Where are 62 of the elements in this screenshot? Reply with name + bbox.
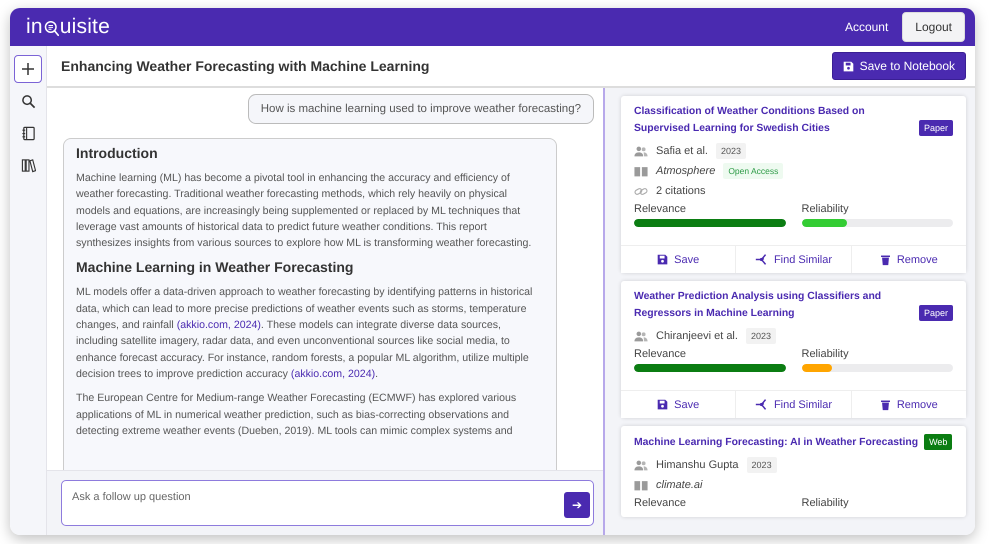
metric-label: Reliability	[802, 497, 850, 509]
journal-text: Atmosphere	[656, 165, 716, 177]
citation-link[interactable]: (akkio.com, 2024)	[290, 368, 376, 380]
journal-text: climate.ai	[656, 479, 702, 491]
save-icon	[842, 60, 854, 72]
people-icon	[634, 330, 648, 342]
notebook-icon	[20, 126, 36, 140]
save-to-notebook-button[interactable]: Save to Notebook	[832, 52, 966, 80]
save-button[interactable]: Save	[621, 246, 736, 273]
follow-up-field[interactable]: Ask a follow up question ➔	[61, 480, 594, 526]
type-tag: Paper	[918, 120, 953, 136]
logout-button[interactable]: Logout	[902, 12, 965, 42]
year-badge: 2023	[716, 143, 746, 159]
magnifier-icon	[44, 20, 59, 37]
source-title-link[interactable]: Classification of Weather Conditions Based on Supervised Learning for Swedish Cities	[634, 104, 913, 137]
search-icon	[20, 94, 36, 108]
find-similar-button[interactable]: Find Similar	[736, 246, 852, 273]
new-button[interactable]	[14, 55, 42, 83]
save-icon	[657, 254, 668, 265]
year-badge: 2023	[746, 457, 777, 473]
open-access-badge: Open Access	[723, 163, 784, 179]
save-button[interactable]: Save	[621, 391, 736, 418]
report-paragraph: ML models offer a data-driven approach to weather forecasting by identifying patterns in historical data, which can lead to more precise predictions of weather events such as storms, temperature changes, and rainfall (akkio.com, 2024). These models can integrate diverse data sources, including satellite imagery, radar data, and even unconventional sources like social media, to enhance forecast accuracy. For instance, random forests, a popular ML algorithm, utilize multiple decision trees to improve prediction accuracy (akkio.com, 2024).	[76, 285, 534, 382]
plus-icon	[20, 61, 36, 77]
remove-button[interactable]: Remove	[852, 246, 966, 273]
year-badge: 2023	[746, 328, 776, 344]
question-bubble: How is machine learning used to improve weather forecasting?	[248, 94, 594, 124]
source-title-link[interactable]: Weather Prediction Analysis using Classifiers and Regressors in Machine Learning	[634, 289, 913, 322]
save-icon	[657, 399, 668, 410]
metric-label: Relevance	[634, 203, 687, 215]
metric-label: Relevance	[634, 497, 687, 509]
trash-icon	[880, 254, 891, 266]
page-title: Enhancing Weather Forecasting with Machine Learning	[61, 58, 430, 74]
metric-label: Reliability	[802, 348, 850, 360]
trash-icon	[880, 398, 891, 410]
people-icon	[634, 460, 648, 470]
remove-button[interactable]: Remove	[852, 391, 966, 418]
report-paragraph: The European Centre for Medium-range Weather Forecasting (ECMWF) has explored various applications of ML in numerical weather prediction, such as bias-correcting observations and detecting extreme weather events (Dueben, 2019). ML tools can mimic complex systems and	[76, 391, 518, 439]
type-tag: Paper	[918, 305, 953, 321]
report-heading: Introduction	[76, 145, 159, 161]
link-icon	[634, 186, 648, 196]
citation-link[interactable]: (akkio.com, 2024)	[176, 319, 261, 332]
send-button[interactable]: ➔	[564, 492, 590, 518]
metric-label: Reliability	[802, 203, 850, 215]
books-icon	[20, 158, 36, 172]
people-icon	[634, 146, 648, 156]
type-tag: Web	[924, 434, 952, 450]
metric-label: Relevance	[634, 348, 687, 360]
find-similar-button[interactable]: Find Similar	[736, 391, 852, 418]
book-icon	[634, 480, 648, 490]
network-icon	[754, 398, 768, 411]
logo[interactable]: in uisite	[26, 15, 110, 39]
book-icon	[634, 166, 648, 176]
report-heading: Machine Learning in Weather Forecasting	[76, 259, 354, 276]
author-text: Chiranjeevi et al.	[656, 330, 738, 342]
author-text: Himanshu Gupta	[656, 459, 739, 471]
source-title-link[interactable]: Machine Learning Forecasting: AI in Weather Forecasting	[634, 434, 918, 451]
account-link[interactable]: Account	[844, 20, 888, 34]
citations-text: 2 citations	[656, 185, 706, 197]
network-icon	[754, 253, 768, 266]
report-paragraph: Machine learning (ML) has become a pivotal tool in enhancing the accuracy and efficiency of weather forecasting. Traditional weather forecasting methods, which rely heavily on physical models and equations, are increasingly being supplemented or replaced by ML techniques that leverage vast amounts of historical data to predict future weather conditions. This report synthesizes insights from various sources to explore how ML is transforming weather forecasting.	[76, 171, 532, 252]
author-text: Safia et al.	[656, 145, 708, 157]
